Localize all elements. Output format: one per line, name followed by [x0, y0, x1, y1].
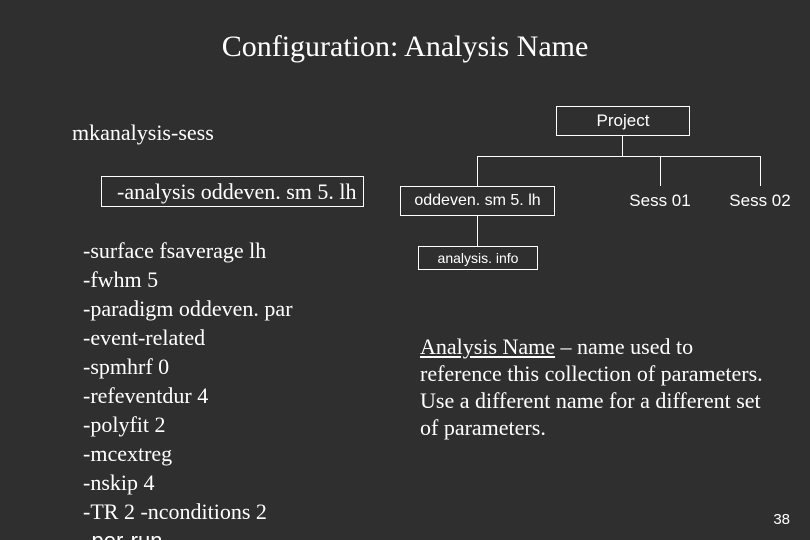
command-block: mkanalysis-sess -analysis oddeven. sm 5.… [72, 118, 372, 540]
tree-connector [477, 156, 760, 157]
cmd-line: -spmhrf 0 [72, 352, 372, 381]
tree-connector [477, 216, 478, 246]
description-text: Analysis Name – name used to reference t… [420, 333, 770, 441]
cmd-line: -paradigm oddeven. par [72, 294, 372, 323]
tree-node-oddeven: oddeven. sm 5. lh [400, 186, 555, 216]
cmd-line: -event-related [72, 323, 372, 352]
cmd-line: mkanalysis-sess [72, 118, 372, 147]
tree-node-analysis-info: analysis. info [418, 246, 538, 270]
cmd-line: -surface fsaverage lh [72, 236, 372, 265]
desc-lead: Analysis Name [420, 334, 555, 359]
tree-connector [477, 156, 478, 186]
tree-node-project: Project [556, 106, 690, 136]
tree-diagram: Project oddeven. sm 5. lh Sess 01 Sess 0… [400, 106, 800, 276]
cmd-line: -TR 2 -nconditions 2 [72, 497, 372, 526]
tree-connector [760, 156, 761, 186]
cmd-line-per-run: -per-run [72, 526, 372, 540]
cmd-line: -nskip 4 [72, 468, 372, 497]
cmd-line: -refeventdur 4 [72, 381, 372, 410]
tree-connector [622, 136, 623, 156]
boxed-arg: -analysis oddeven. sm 5. lh [101, 176, 364, 207]
tree-node-sess02: Sess 02 [720, 186, 800, 216]
tree-connector [660, 156, 661, 186]
slide: Configuration: Analysis Name mkanalysis-… [0, 0, 810, 540]
tree-node-sess01: Sess 01 [620, 186, 700, 216]
cmd-line: -mcextreg [72, 439, 372, 468]
cmd-line-boxed: -analysis oddeven. sm 5. lh [72, 147, 372, 236]
cmd-line: -fwhm 5 [72, 265, 372, 294]
cmd-line: -polyfit 2 [72, 410, 372, 439]
page-number: 38 [773, 511, 790, 528]
slide-title: Configuration: Analysis Name [0, 30, 810, 64]
